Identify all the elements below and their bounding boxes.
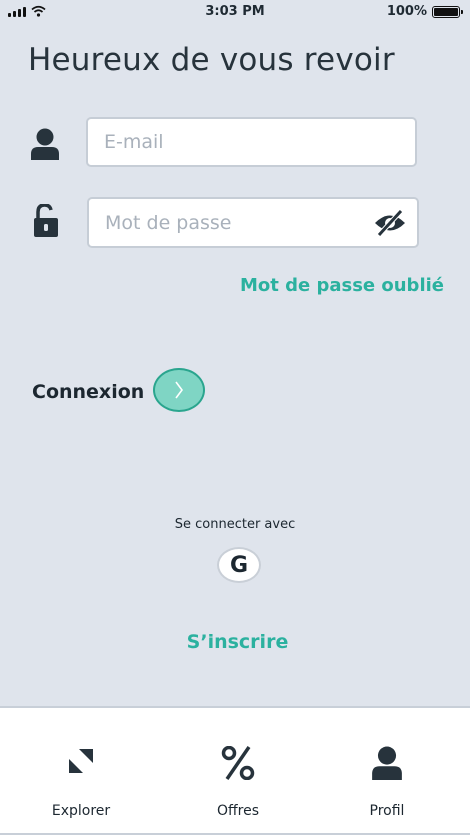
tab-label-profil: Profil bbox=[369, 803, 405, 819]
login-label[interactable]: Connexion bbox=[32, 381, 144, 403]
signup-link[interactable]: S’inscrire bbox=[0, 631, 470, 653]
tab-offres[interactable]: Offres bbox=[178, 708, 298, 828]
connect-with-label: Se connecter avec bbox=[174, 517, 296, 532]
forgot-password-link[interactable]: Mot de passe oublié bbox=[240, 275, 444, 296]
google-login-button[interactable]: G bbox=[217, 547, 261, 583]
email-field[interactable]: E-mail bbox=[86, 117, 417, 167]
status-right: 100% bbox=[386, 4, 463, 19]
tab-label-offres: Offres bbox=[216, 803, 260, 819]
tab-explorer[interactable]: Explorer bbox=[21, 708, 141, 828]
email-placeholder: E-mail bbox=[104, 131, 164, 153]
battery-icon bbox=[432, 5, 463, 18]
battery-percent: 100% bbox=[386, 4, 427, 19]
eye-off-icon[interactable] bbox=[373, 210, 407, 236]
tab-bar: Explorer Offres Profil bbox=[0, 706, 470, 835]
password-field[interactable]: Mot de passe bbox=[87, 197, 419, 248]
status-bar: 3:03 PM 100% bbox=[0, 0, 470, 24]
login-button[interactable] bbox=[153, 368, 205, 412]
password-placeholder: Mot de passe bbox=[105, 211, 232, 234]
explore-icon bbox=[21, 746, 141, 776]
profile-icon bbox=[327, 746, 447, 780]
google-icon: G bbox=[229, 552, 249, 578]
tab-label-explorer: Explorer bbox=[51, 803, 111, 819]
user-icon bbox=[31, 128, 59, 160]
tab-profil[interactable]: Profil bbox=[327, 708, 447, 828]
percent-icon bbox=[178, 746, 298, 780]
chevron-right-icon bbox=[175, 381, 183, 399]
lock-icon bbox=[34, 204, 58, 237]
page-title: Heureux de vous revoir bbox=[28, 42, 395, 78]
